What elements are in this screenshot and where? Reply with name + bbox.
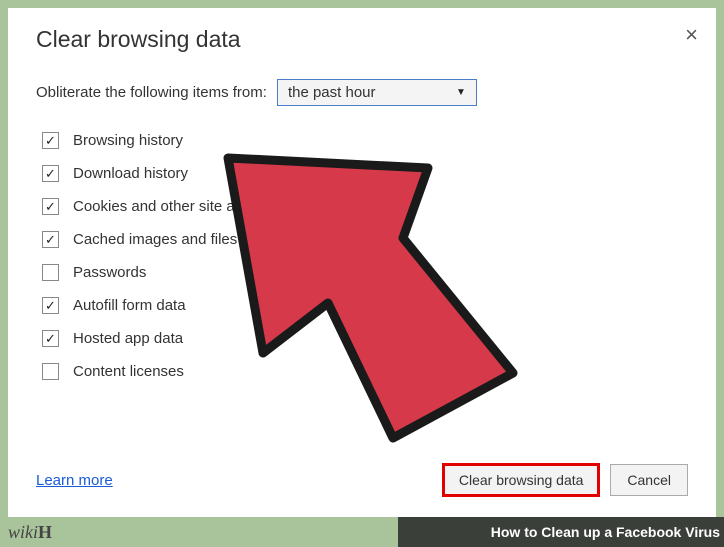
option-row: ✓ Cached images and files xyxy=(36,223,688,256)
option-label: Passwords xyxy=(73,264,146,281)
wikihow-logo: wikiH xyxy=(8,522,52,543)
clear-browsing-data-button[interactable]: Clear browsing data xyxy=(442,463,601,497)
option-row: ✓ Autofill form data xyxy=(36,289,688,322)
chevron-down-icon: ▼ xyxy=(456,87,466,98)
close-icon[interactable]: × xyxy=(685,22,698,48)
option-label: Browsing history xyxy=(73,132,183,149)
option-row: ✓ Browsing history xyxy=(36,124,688,157)
option-row: ✓ Hosted app data xyxy=(36,322,688,355)
clear-browsing-data-dialog: × Clear browsing data Obliterate the fol… xyxy=(8,8,716,517)
learn-more-link[interactable]: Learn more xyxy=(36,472,113,489)
option-checkbox[interactable]: ✓ xyxy=(42,132,59,149)
option-row: ✓ Cookies and other site and plug-in data xyxy=(36,190,688,223)
time-range-value: the past hour xyxy=(288,84,376,101)
option-checkbox[interactable]: ✓ xyxy=(42,297,59,314)
dialog-title: Clear browsing data xyxy=(36,26,688,53)
option-label: Content licenses xyxy=(73,363,184,380)
cancel-button[interactable]: Cancel xyxy=(610,464,688,496)
option-row: Content licenses xyxy=(36,355,688,388)
option-label: Hosted app data xyxy=(73,330,183,347)
option-label: Autofill form data xyxy=(73,297,186,314)
time-range-select[interactable]: the past hour ▼ xyxy=(277,79,477,106)
option-checkbox[interactable] xyxy=(42,363,59,380)
option-label: Cookies and other site and plug-in data xyxy=(73,198,334,215)
article-caption: How to Clean up a Facebook Virus xyxy=(491,524,720,540)
option-row: Passwords xyxy=(36,256,688,289)
option-checkbox[interactable]: ✓ xyxy=(42,198,59,215)
caption-bar: wikiH How to Clean up a Facebook Virus xyxy=(0,517,724,547)
option-checkbox[interactable]: ✓ xyxy=(42,330,59,347)
time-range-row: Obliterate the following items from: the… xyxy=(36,79,688,106)
time-range-prompt: Obliterate the following items from: xyxy=(36,84,267,101)
options-list: ✓ Browsing history ✓ Download history ✓ Cooki… xyxy=(36,124,688,388)
option-checkbox[interactable] xyxy=(42,264,59,281)
option-label: Download history xyxy=(73,165,188,182)
option-row: ✓ Download history xyxy=(36,157,688,190)
dialog-footer: Learn more Clear browsing data Cancel xyxy=(36,463,688,497)
option-label: Cached images and files xyxy=(73,231,237,248)
option-checkbox[interactable]: ✓ xyxy=(42,165,59,182)
option-checkbox[interactable]: ✓ xyxy=(42,231,59,248)
